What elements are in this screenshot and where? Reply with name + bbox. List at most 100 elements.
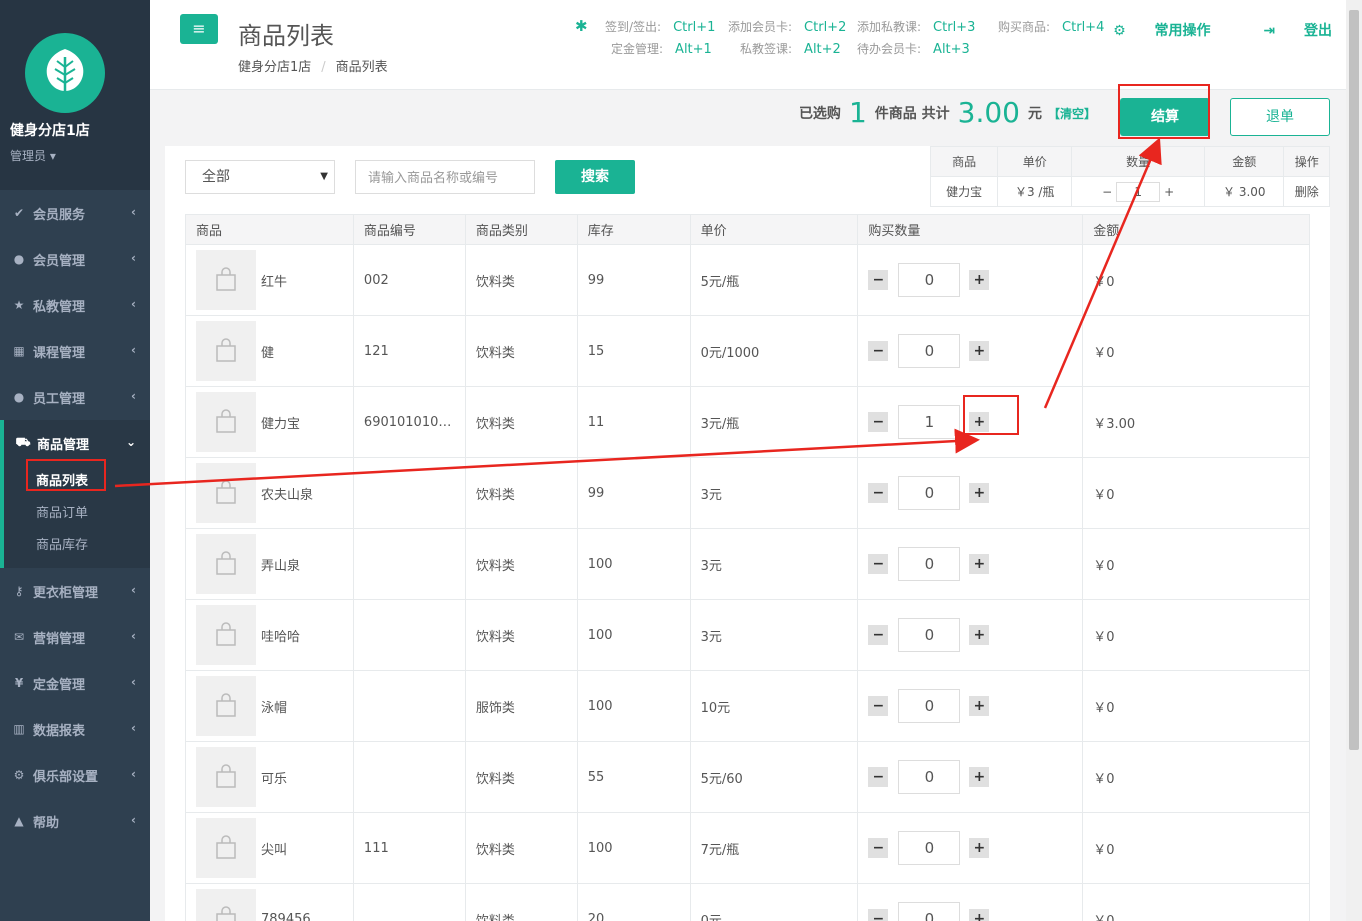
search-input[interactable] xyxy=(355,160,535,194)
product-stock: 55 xyxy=(576,741,691,813)
product-category: 饮料类 xyxy=(464,599,578,671)
quantity-input[interactable]: 0 xyxy=(898,334,961,368)
plus-button[interactable]: + xyxy=(969,270,990,290)
sidebar-item-reports[interactable]: ▥ 数据报表 ‹ xyxy=(0,706,150,752)
sidebar-item-goods[interactable]: ⛟ 商品管理 ⌄ xyxy=(0,420,150,466)
product-qty-cell: −0 + xyxy=(857,528,1084,600)
store-name: 健身分店1店 xyxy=(10,123,90,139)
cogs-icon: ⚙ xyxy=(1113,23,1126,39)
shopping-bag-icon xyxy=(196,747,256,807)
product-amount: ￥0 xyxy=(1082,528,1310,600)
minus-button[interactable]: − xyxy=(868,270,889,290)
quantity-input[interactable]: 0 xyxy=(898,760,961,794)
clear-cart-link[interactable]: 【清空】 xyxy=(1048,107,1096,121)
quantity-input[interactable]: 0 xyxy=(898,902,961,921)
plus-button[interactable]: + xyxy=(969,625,990,645)
plus-button[interactable]: + xyxy=(969,483,990,503)
product-price: 3元 xyxy=(689,528,859,600)
plus-button[interactable]: + xyxy=(969,341,990,361)
cart-plus-button[interactable]: + xyxy=(1164,185,1174,199)
sidebar-item-member-service[interactable]: ✔ 会员服务 ‹ xyxy=(0,190,150,236)
quantity-input[interactable]: 1 xyxy=(898,405,961,439)
sidebar-item-course[interactable]: ▦ 课程管理 ‹ xyxy=(0,328,150,374)
product-category: 饮料类 xyxy=(464,812,578,884)
table-row: 泳帽 服饰类 100 10元 −0 + ￥0 xyxy=(185,670,1310,742)
product-cell: 健力宝 xyxy=(185,386,354,458)
minus-button[interactable]: − xyxy=(868,838,889,858)
scrollbar-thumb[interactable] xyxy=(1349,10,1359,750)
common-ops-label: 常用操作 xyxy=(1154,23,1211,39)
submenu-goods-orders[interactable]: 商品订单 xyxy=(36,498,150,530)
plus-button[interactable]: + xyxy=(969,696,990,716)
minus-button[interactable]: − xyxy=(868,483,889,503)
sidebar-item-private-coach[interactable]: ★ 私教管理 ‹ xyxy=(0,282,150,328)
submenu-goods-stock[interactable]: 商品库存 xyxy=(36,530,150,562)
plus-button[interactable]: + xyxy=(969,767,990,787)
plus-button[interactable]: + xyxy=(969,838,990,858)
minus-button[interactable]: − xyxy=(868,767,889,787)
sidebar-item-label: 课程管理 xyxy=(33,345,86,361)
minus-button[interactable]: − xyxy=(868,412,889,432)
sidebar-item-marketing[interactable]: ✉ 营销管理 ‹ xyxy=(0,614,150,660)
category-select[interactable]: 全部 ▼ xyxy=(185,160,335,194)
cart-minus-button[interactable]: − xyxy=(1102,185,1112,199)
quantity-input[interactable]: 0 xyxy=(898,831,961,865)
shopping-bag-icon xyxy=(196,676,256,736)
sidebar-item-label: 商品管理 xyxy=(37,437,90,453)
plus-button[interactable]: + xyxy=(969,909,990,921)
shortcut-deposit: 定金管理: Alt+1 xyxy=(611,42,712,57)
quantity-input[interactable]: 0 xyxy=(898,476,961,510)
product-code xyxy=(352,670,466,742)
cart-unit: 元 xyxy=(1027,106,1042,122)
sidebar-item-locker[interactable]: ⚷ 更衣柜管理 ‹ xyxy=(0,568,150,614)
chevron-left-icon: ‹ xyxy=(131,721,136,735)
product-stock: 100 xyxy=(576,599,691,671)
plus-button[interactable]: + xyxy=(969,412,990,432)
product-price: 3元 xyxy=(689,599,859,671)
product-price: 0元 xyxy=(689,883,859,921)
minus-button[interactable]: − xyxy=(868,625,889,645)
quantity-input[interactable]: 0 xyxy=(898,689,961,723)
logout-link[interactable]: ⇥ 登出 xyxy=(1239,23,1332,39)
minus-button[interactable]: − xyxy=(868,341,889,361)
product-name: 789456 xyxy=(261,911,311,921)
plus-button[interactable]: + xyxy=(969,554,990,574)
cart-col-goods: 商品 xyxy=(929,146,999,177)
page-scrollbar[interactable] xyxy=(1346,0,1362,921)
product-name: 哇哈哈 xyxy=(261,629,301,645)
search-button[interactable]: 搜索 xyxy=(555,160,635,194)
product-category: 饮料类 xyxy=(464,386,578,458)
checkout-button[interactable]: 结算 xyxy=(1120,98,1210,136)
table-row: 可乐 饮料类 55 5元/60−0 + ￥0 xyxy=(185,741,1310,813)
product-cell: 健 xyxy=(185,315,354,387)
cart-col-action: 操作 xyxy=(1283,146,1330,177)
shopping-bag-icon xyxy=(196,534,256,594)
minus-button[interactable]: − xyxy=(868,696,889,716)
product-price: 3元 xyxy=(689,457,859,529)
cart-delete-link[interactable]: 删除 xyxy=(1283,176,1330,207)
shortcut-checkin: 签到/签出: Ctrl+1 xyxy=(605,20,716,35)
sidebar-item-club-settings[interactable]: ⚙ 俱乐部设置 ‹ xyxy=(0,752,150,798)
product-price: 7元/瓶 xyxy=(689,812,859,884)
table-row: 健力宝 690101010… 饮料类 11 3元/瓶 −1 + ￥3.00 xyxy=(185,386,1310,458)
common-ops-link[interactable]: ⚙ 常用操作 xyxy=(1089,23,1210,39)
breadcrumb-store[interactable]: 健身分店1店 xyxy=(238,60,311,75)
cart-icon: ⛟ xyxy=(15,435,31,449)
submenu-goods-list[interactable]: 商品列表 xyxy=(36,466,150,498)
quantity-input[interactable]: 0 xyxy=(898,547,961,581)
cart-qty-input[interactable]: 1 xyxy=(1116,181,1161,202)
col-price: 单价 xyxy=(689,214,859,245)
sidebar-item-staff[interactable]: ● 员工管理 ‹ xyxy=(0,374,150,420)
quantity-input[interactable]: 0 xyxy=(898,618,961,652)
sidebar-item-deposit[interactable]: ¥ 定金管理 ‹ xyxy=(0,660,150,706)
role-dropdown[interactable]: 管理员 ▾ xyxy=(10,147,56,164)
minus-button[interactable]: − xyxy=(868,909,889,921)
sidebar-item-help[interactable]: ▲ 帮助 ‹ xyxy=(0,798,150,844)
minus-button[interactable]: − xyxy=(868,554,889,574)
refund-button[interactable]: 退单 xyxy=(1230,98,1330,136)
menu-toggle-button[interactable]: ≡ xyxy=(180,14,218,44)
sidebar-item-member-mgmt[interactable]: ● 会员管理 ‹ xyxy=(0,236,150,282)
product-category: 服饰类 xyxy=(464,670,578,742)
quantity-input[interactable]: 0 xyxy=(898,263,961,297)
breadcrumb-separator: / xyxy=(321,60,326,75)
